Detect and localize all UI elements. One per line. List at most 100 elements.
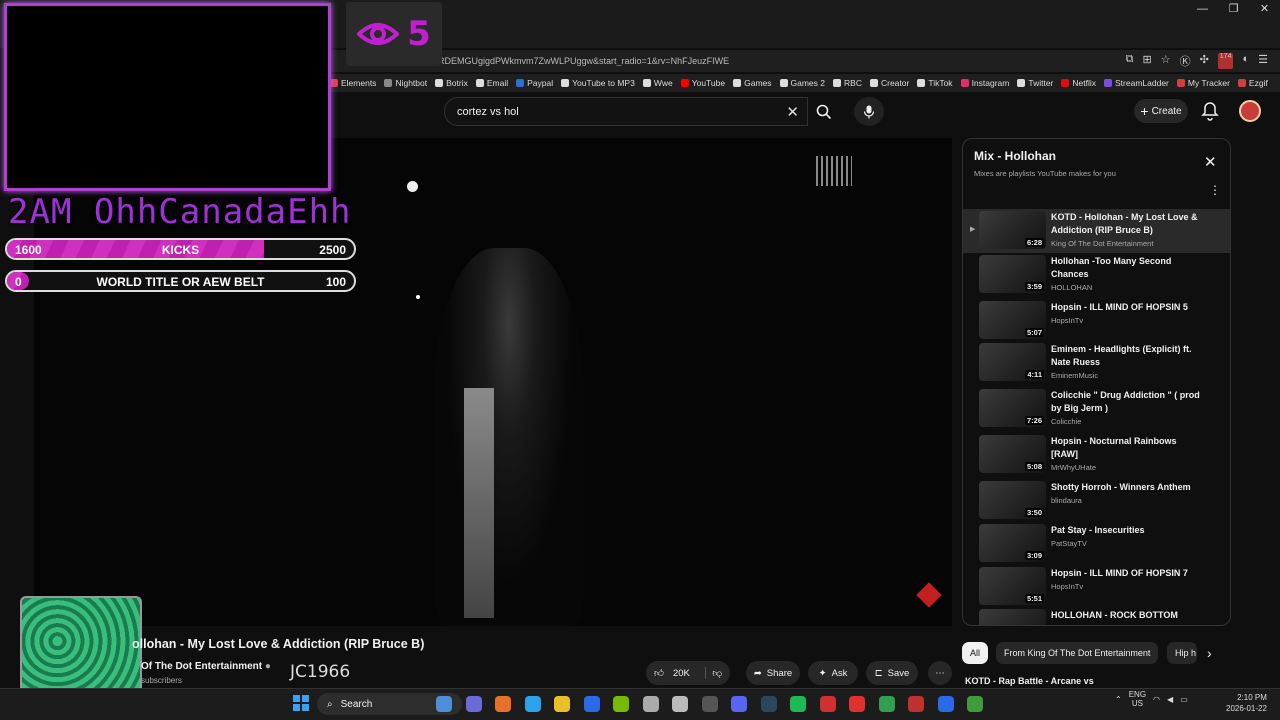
puzzle-icon[interactable]: ✣ [1200,53,1209,69]
close-icon[interactable]: ✕ [1249,0,1280,18]
more-actions-button[interactable]: ⋯ [928,661,952,685]
playlist-item-title[interactable]: Hopsin - ILL MIND OF HOPSIN 5 [1051,301,1201,314]
firefox-icon[interactable] [495,696,511,712]
edge-icon[interactable] [524,696,541,712]
notifications-button[interactable] [1201,101,1219,121]
address-bar[interactable]: RDEMGUgigdPWkmvm7ZwWLPUggw&start_radio=1… [330,50,1280,72]
app-icon[interactable] [878,696,895,712]
volume-icon[interactable]: ◀︎ [1167,695,1173,704]
bookmark-item[interactable]: StreamLadder [1104,78,1169,88]
profile-icon[interactable]: ◐ [1242,53,1249,69]
like-button[interactable]: 👍︎ 20K 👎︎ [646,661,730,685]
playlist-item-title[interactable]: Hopsin - Nocturnal Rainbows [RAW] [1051,435,1201,461]
chip-from-channel[interactable]: From King Of The Dot Entertainment [996,642,1159,664]
playlist-item[interactable]: 3:59 Hollohan -Too Many Second Chances HOL… [963,253,1230,297]
chevron-up-icon[interactable]: ⌃ [1115,695,1122,704]
channel-name-text[interactable]: Of The Dot Entertainment [141,661,262,672]
install-icon[interactable]: ⊞ [1142,53,1151,69]
ask-button[interactable]: ✦ Ask [808,661,858,685]
wifi-icon[interactable]: ◠ [1153,695,1160,704]
related-video-title[interactable]: KOTD - Rap Battle - Arcane vs [965,676,1230,688]
playlist-item[interactable]: 3:09 Pat Stay - Insecurities PatStayTV [963,522,1230,566]
app-icon[interactable] [819,696,836,712]
dislike-icon[interactable]: 👎︎ [705,667,722,679]
chevron-right-icon[interactable]: › [1207,645,1212,661]
search-input[interactable]: cortez vs hol ✕ [444,97,808,126]
minimize-icon[interactable]: — [1187,0,1218,18]
playlist-item[interactable]: 7:26 Colicchie " Drug Addiction " ( prod … [963,387,1230,431]
more-vertical-icon[interactable]: ⋮ [1209,183,1221,197]
pip-icon[interactable]: ⧉ [1126,53,1134,69]
playlist-item[interactable]: ▶ 6:28 KOTD - Hollohan - My Lost Love & Ad… [963,209,1230,253]
playlist-thumbnail[interactable]: 7:26 [979,389,1046,427]
clock[interactable]: 2:10 PM 2026-01-22 [1226,692,1267,714]
windows-start-icon[interactable] [293,695,309,711]
app-icon[interactable] [849,696,865,712]
save-button[interactable]: ⊏ Save [866,661,918,685]
playlist-thumbnail[interactable] [979,609,1046,625]
playlist-thumbnail[interactable]: 3:59 [979,255,1046,293]
playlist-item[interactable]: 5:51 Hopsin - ILL MIND OF HOPSIN 7 HopsInT… [963,565,1230,609]
discord-icon[interactable] [731,696,747,712]
bookmark-item[interactable]: Instagram [960,78,1009,88]
bookmark-item[interactable]: Paypal [516,78,553,88]
avatar[interactable] [1239,100,1261,122]
playlist-item-title[interactable]: Hollohan -Too Many Second Chances [1051,255,1201,281]
playlist-item-title[interactable]: Hopsin - ILL MIND OF HOPSIN 7 [1051,567,1201,580]
bookmark-item[interactable]: Netflix [1061,78,1096,88]
playlist-item[interactable]: HOLLOHAN - ROCK BOTTOM [963,607,1230,625]
bookmark-item[interactable]: My Tracker [1176,78,1230,88]
bookmark-item[interactable]: Twitter [1017,78,1053,88]
explorer-icon[interactable] [436,696,452,712]
share-button[interactable]: ➦ Share [746,661,800,685]
playlist-thumbnail[interactable]: 5:08 [979,435,1046,473]
playlist-thumbnail[interactable]: 3:09 [979,524,1046,562]
chip-all[interactable]: All [962,642,989,664]
folder-icon[interactable] [554,696,570,712]
spotify-icon[interactable] [790,696,806,712]
bookmark-item[interactable]: Creator [869,78,909,88]
bookmark-item[interactable]: Nightbot [384,78,427,88]
menu-icon[interactable]: ☰ [1258,53,1268,69]
playlist-item[interactable]: 3:50 Shotty Horroh - Winners Anthem blinda… [963,479,1230,523]
battery-icon[interactable]: ▭ [1180,695,1188,704]
bookmark-item[interactable]: Games [733,78,772,88]
clear-search-icon[interactable]: ✕ [786,103,799,121]
app-icon[interactable] [908,696,924,712]
bookmark-item[interactable]: YouTube to MP3 [561,78,635,88]
bookmark-item[interactable]: Games 2 [779,78,825,88]
playlist-item-title[interactable]: HOLLOHAN - ROCK BOTTOM [1051,609,1201,622]
playlist-thumbnail[interactable]: 3:50 [979,481,1046,519]
restore-icon[interactable]: ❐ [1218,0,1249,18]
bookmark-item[interactable]: Botrix [435,78,468,88]
minecraft-icon[interactable] [967,696,983,712]
playlist-item-title[interactable]: Eminem - Headlights (Explicit) ft. Nate … [1051,343,1201,369]
playlist-item-title[interactable]: Shotty Horroh - Winners Anthem [1051,481,1201,494]
steam-icon[interactable] [760,696,777,712]
playlist-thumbnail[interactable]: 4:11 [979,343,1046,381]
playlist-item-title[interactable]: KOTD - Hollohan - My Lost Love & Addicti… [1051,211,1201,237]
bookmark-item[interactable]: Ezgif [1237,78,1268,88]
settings-icon[interactable] [672,696,688,712]
playlist-thumbnail[interactable]: 5:07 [979,301,1046,339]
bookmark-item[interactable]: TikTok [917,78,953,88]
playlist-item-title[interactable]: Colicchie " Drug Addiction " ( prod by B… [1051,389,1201,415]
language-indicator[interactable]: ENG US [1129,690,1146,708]
playlist-thumbnail[interactable]: 5:51 [979,567,1046,605]
playlist-item-title[interactable]: Pat Stay - Insecurities [1051,524,1201,537]
extension-k-icon[interactable]: Ⓚ [1180,53,1191,69]
playlist-item[interactable]: 4:11 Eminem - Headlights (Explicit) ft. N… [963,341,1230,385]
copilot-icon[interactable] [465,696,482,712]
bookmark-item[interactable]: Wwe [642,78,673,88]
app-icon[interactable] [937,696,954,712]
search-input-value[interactable]: cortez vs hol [457,106,519,118]
playlist-thumbnail[interactable]: 6:28 [979,211,1046,249]
obs-icon[interactable] [701,696,718,712]
channel-name[interactable]: Of The Dot Entertainment ● [141,661,271,672]
bookmark-item[interactable]: YouTube [680,78,725,88]
search-button[interactable] [808,97,840,126]
url-text[interactable]: RDEMGUgigdPWkmvm7ZwWLPUggw&start_radio=1… [438,56,1008,66]
playlist-item[interactable]: 5:07 Hopsin - ILL MIND OF HOPSIN 5 HopsInT… [963,299,1230,343]
close-icon[interactable]: ✕ [1204,153,1217,171]
star-icon[interactable]: ☆ [1161,53,1171,69]
